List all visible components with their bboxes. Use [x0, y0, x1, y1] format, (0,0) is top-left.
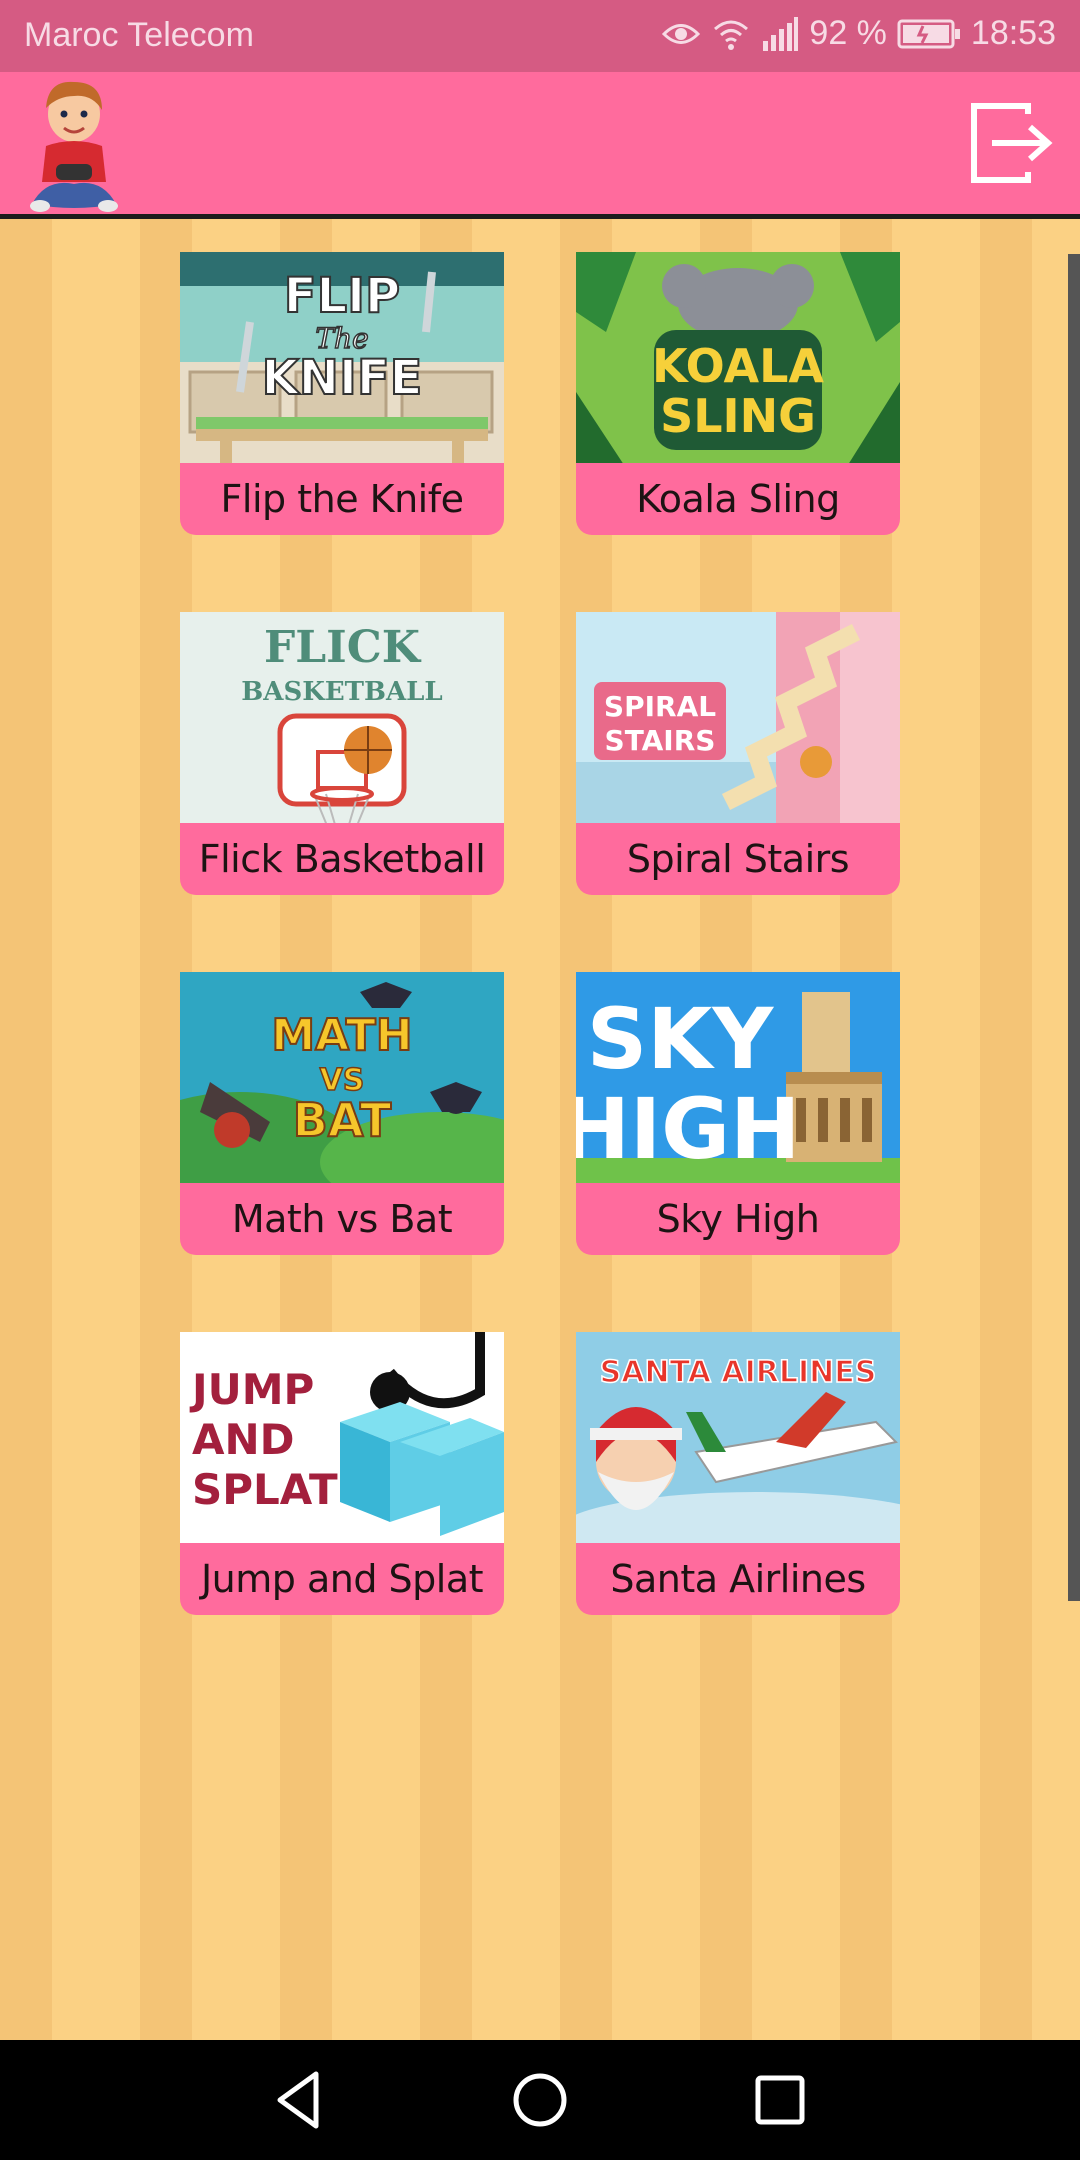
thumb-text: KNIFE: [262, 350, 423, 406]
exit-icon[interactable]: [968, 100, 1054, 186]
thumb-text: STAIRS: [605, 724, 716, 757]
game-title[interactable]: Math vs Bat: [180, 1183, 504, 1255]
game-thumbnail[interactable]: JUMP AND SPLAT: [180, 1332, 504, 1548]
game-card-santa-airlines[interactable]: SANTA AIRLINES Santa Airlines: [576, 1332, 900, 1620]
game-card-math-vs-bat[interactable]: MATH VS BAT Math vs Bat: [180, 972, 504, 1260]
game-card-koala-sling[interactable]: KOALA SLING Koala Sling: [576, 252, 900, 540]
thumb-text: HIGH: [576, 1080, 800, 1178]
thumb-text: MATH: [271, 1010, 412, 1061]
home-icon[interactable]: [500, 2060, 580, 2140]
nav-bar: [0, 2040, 1080, 2160]
thumb-text: KOALA: [652, 339, 824, 393]
game-card-flick-basketball[interactable]: FLICK BASKETBALL Flick Basketball: [180, 612, 504, 900]
game-title[interactable]: Spiral Stairs: [576, 823, 900, 895]
game-card-flip-the-knife[interactable]: FLIP The KNIFE Flip the Knife: [180, 252, 504, 540]
thumb-text: AND: [192, 1415, 295, 1464]
game-card-sky-high[interactable]: SKY HIGH Sky High: [576, 972, 900, 1260]
back-icon[interactable]: [260, 2060, 340, 2140]
carrier-name: Maroc Telecom: [24, 16, 254, 54]
game-title[interactable]: Jump and Splat: [180, 1543, 504, 1615]
boy-gamer-avatar[interactable]: [26, 72, 122, 214]
game-thumbnail[interactable]: KOALA SLING: [576, 252, 900, 468]
battery-percent: 92 %: [809, 14, 887, 52]
game-card-spiral-stairs[interactable]: SPIRAL STAIRS Spiral Stairs: [576, 612, 900, 900]
game-thumbnail[interactable]: FLIP The KNIFE: [180, 252, 504, 468]
game-thumbnail[interactable]: SANTA AIRLINES: [576, 1332, 900, 1548]
game-thumbnail[interactable]: FLICK BASKETBALL: [180, 612, 504, 828]
eye-comfort-icon: [662, 23, 701, 44]
game-thumbnail[interactable]: MATH VS BAT: [180, 972, 504, 1188]
thumb-text: BAT: [293, 1093, 392, 1147]
game-title[interactable]: Flip the Knife: [180, 463, 504, 535]
scrollbar[interactable]: [1068, 254, 1080, 1601]
game-title[interactable]: Santa Airlines: [576, 1543, 900, 1615]
thumb-text: BASKETBALL: [241, 677, 442, 707]
clock: 18:53: [970, 14, 1056, 52]
thumb-text: SLING: [660, 389, 816, 443]
game-card-jump-and-splat[interactable]: JUMP AND SPLAT Jump and Splat: [180, 1332, 504, 1620]
thumb-text: SKY: [587, 990, 775, 1088]
thumb-text: FLICK: [264, 622, 422, 673]
signal-icon: [763, 16, 799, 51]
game-thumbnail[interactable]: SPIRAL STAIRS: [576, 612, 900, 828]
game-title[interactable]: Sky High: [576, 1183, 900, 1255]
app-bar: [0, 72, 1080, 219]
wifi-icon: [714, 20, 749, 50]
recents-icon[interactable]: [740, 2060, 820, 2140]
status-icons: 92 % 18:53: [661, 14, 1056, 53]
game-thumbnail[interactable]: SKY HIGH: [576, 972, 900, 1188]
thumb-text: SPIRAL: [604, 690, 716, 723]
thumb-text: FLIP: [284, 268, 400, 324]
game-grid: FLIP The KNIFE Flip the Knife KOALA SLIN…: [0, 219, 1080, 2040]
game-title[interactable]: Koala Sling: [576, 463, 900, 535]
battery-icon: [897, 19, 960, 48]
status-bar: Maroc Telecom 92 % 18:53: [0, 0, 1080, 72]
thumb-text: SPLAT: [192, 1465, 338, 1514]
thumb-text: JUMP: [189, 1365, 314, 1414]
game-title[interactable]: Flick Basketball: [180, 823, 504, 895]
thumb-text: SANTA AIRLINES: [600, 1355, 877, 1390]
